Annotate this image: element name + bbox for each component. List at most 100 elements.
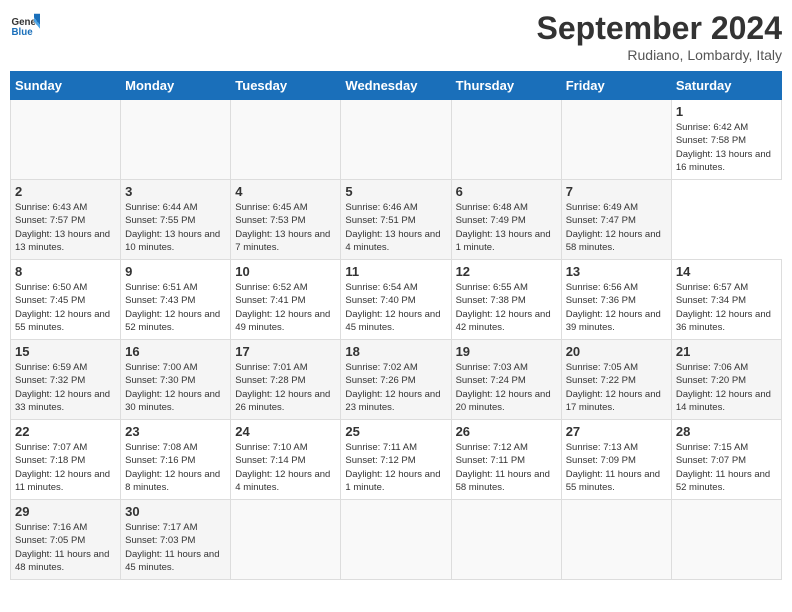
day-number: 7 (566, 184, 667, 199)
calendar-header-row: SundayMondayTuesdayWednesdayThursdayFrid… (11, 72, 782, 100)
calendar-cell: 9 Sunrise: 6:51 AMSunset: 7:43 PMDaylight… (121, 260, 231, 340)
day-info: Sunrise: 7:06 AMSunset: 7:20 PMDaylight:… (676, 361, 777, 414)
calendar-cell (561, 500, 671, 580)
calendar-cell: 18Sunrise: 7:02 AMSunset: 7:26 PMDayligh… (341, 340, 451, 420)
calendar-cell: 26Sunrise: 7:12 AMSunset: 7:11 PMDayligh… (451, 420, 561, 500)
svg-text:Blue: Blue (12, 27, 34, 38)
day-number: 29 (15, 504, 116, 519)
day-number: 15 (15, 344, 116, 359)
day-header-monday: Monday (121, 72, 231, 100)
day-number: 17 (235, 344, 336, 359)
calendar-cell (231, 100, 341, 180)
calendar-cell: 7 Sunrise: 6:49 AMSunset: 7:47 PMDaylight… (561, 180, 671, 260)
day-info: Sunrise: 7:02 AMSunset: 7:26 PMDaylight:… (345, 361, 446, 414)
day-info: Sunrise: 6:43 AMSunset: 7:57 PMDaylight:… (15, 201, 116, 254)
calendar-cell: 29 Sunrise: 7:16 AMSunset: 7:05 PMDayligh… (11, 500, 121, 580)
calendar-cell: 15 Sunrise: 6:59 AMSunset: 7:32 PMDayligh… (11, 340, 121, 420)
calendar-cell: 12 Sunrise: 6:55 AMSunset: 7:38 PMDayligh… (451, 260, 561, 340)
day-number: 14 (676, 264, 777, 279)
day-number: 24 (235, 424, 336, 439)
day-info: Sunrise: 7:03 AMSunset: 7:24 PMDaylight:… (456, 361, 557, 414)
title-block: September 2024 Rudiano, Lombardy, Italy (537, 10, 782, 63)
calendar-cell: 19 Sunrise: 7:03 AMSunset: 7:24 PMDayligh… (451, 340, 561, 420)
day-info: Sunrise: 7:00 AMSunset: 7:30 PMDaylight:… (125, 361, 226, 414)
day-info: Sunrise: 7:17 AMSunset: 7:03 PMDaylight:… (125, 521, 226, 574)
day-info: Sunrise: 7:08 AMSunset: 7:16 PMDaylight:… (125, 441, 226, 494)
day-number: 28 (676, 424, 777, 439)
day-number: 11 (345, 264, 446, 279)
day-info: Sunrise: 7:05 AMSunset: 7:22 PMDaylight:… (566, 361, 667, 414)
day-info: Sunrise: 6:56 AMSunset: 7:36 PMDaylight:… (566, 281, 667, 334)
logo: General Blue (10, 10, 40, 40)
calendar-cell: 6Sunrise: 6:48 AMSunset: 7:49 PMDaylight… (451, 180, 561, 260)
day-number: 20 (566, 344, 667, 359)
day-info: Sunrise: 6:48 AMSunset: 7:49 PMDaylight:… (456, 201, 557, 254)
week-row-4: 15 Sunrise: 6:59 AMSunset: 7:32 PMDayligh… (11, 340, 782, 420)
calendar-cell: 3 Sunrise: 6:44 AMSunset: 7:55 PMDaylight… (121, 180, 231, 260)
calendar-cell (561, 100, 671, 180)
calendar-cell (451, 100, 561, 180)
day-number: 10 (235, 264, 336, 279)
day-info: Sunrise: 6:54 AMSunset: 7:40 PMDaylight:… (345, 281, 446, 334)
day-number: 21 (676, 344, 777, 359)
calendar-cell: 2 Sunrise: 6:43 AMSunset: 7:57 PMDaylight… (11, 180, 121, 260)
calendar-cell: 14 Sunrise: 6:57 AMSunset: 7:34 PMDayligh… (671, 260, 781, 340)
day-info: Sunrise: 6:51 AMSunset: 7:43 PMDaylight:… (125, 281, 226, 334)
day-info: Sunrise: 7:13 AMSunset: 7:09 PMDaylight:… (566, 441, 667, 494)
calendar-cell (341, 100, 451, 180)
day-info: Sunrise: 7:15 AMSunset: 7:07 PMDaylight:… (676, 441, 777, 494)
day-number: 2 (15, 184, 116, 199)
day-info: Sunrise: 6:46 AMSunset: 7:51 PMDaylight:… (345, 201, 446, 254)
calendar-cell (121, 100, 231, 180)
calendar-cell: 24 Sunrise: 7:10 AMSunset: 7:14 PMDayligh… (231, 420, 341, 500)
calendar-cell: 13Sunrise: 6:56 AMSunset: 7:36 PMDayligh… (561, 260, 671, 340)
calendar-cell: 23 Sunrise: 7:08 AMSunset: 7:16 PMDayligh… (121, 420, 231, 500)
calendar-cell: 17 Sunrise: 7:01 AMSunset: 7:28 PMDayligh… (231, 340, 341, 420)
day-info: Sunrise: 6:55 AMSunset: 7:38 PMDaylight:… (456, 281, 557, 334)
calendar-cell: 28 Sunrise: 7:15 AMSunset: 7:07 PMDayligh… (671, 420, 781, 500)
day-header-saturday: Saturday (671, 72, 781, 100)
day-number: 26 (456, 424, 557, 439)
month-title: September 2024 (537, 10, 782, 47)
calendar-cell: 20 Sunrise: 7:05 AMSunset: 7:22 PMDayligh… (561, 340, 671, 420)
calendar-table: SundayMondayTuesdayWednesdayThursdayFrid… (10, 71, 782, 580)
day-header-wednesday: Wednesday (341, 72, 451, 100)
day-number: 23 (125, 424, 226, 439)
day-info: Sunrise: 7:01 AMSunset: 7:28 PMDaylight:… (235, 361, 336, 414)
day-number: 5 (345, 184, 446, 199)
day-number: 19 (456, 344, 557, 359)
day-header-friday: Friday (561, 72, 671, 100)
day-header-tuesday: Tuesday (231, 72, 341, 100)
day-info: Sunrise: 7:16 AMSunset: 7:05 PMDaylight:… (15, 521, 116, 574)
week-row-3: 8Sunrise: 6:50 AMSunset: 7:45 PMDaylight… (11, 260, 782, 340)
calendar-cell (231, 500, 341, 580)
day-number: 4 (235, 184, 336, 199)
week-row-2: 2 Sunrise: 6:43 AMSunset: 7:57 PMDaylight… (11, 180, 782, 260)
day-number: 3 (125, 184, 226, 199)
day-info: Sunrise: 6:52 AMSunset: 7:41 PMDaylight:… (235, 281, 336, 334)
calendar-cell (11, 100, 121, 180)
day-info: Sunrise: 6:57 AMSunset: 7:34 PMDaylight:… (676, 281, 777, 334)
day-number: 27 (566, 424, 667, 439)
calendar-cell: 25Sunrise: 7:11 AMSunset: 7:12 PMDayligh… (341, 420, 451, 500)
week-row-5: 22Sunrise: 7:07 AMSunset: 7:18 PMDayligh… (11, 420, 782, 500)
day-info: Sunrise: 6:44 AMSunset: 7:55 PMDaylight:… (125, 201, 226, 254)
calendar-cell: 4Sunrise: 6:45 AMSunset: 7:53 PMDaylight… (231, 180, 341, 260)
day-info: Sunrise: 6:59 AMSunset: 7:32 PMDaylight:… (15, 361, 116, 414)
calendar-cell: 5 Sunrise: 6:46 AMSunset: 7:51 PMDaylight… (341, 180, 451, 260)
day-info: Sunrise: 7:10 AMSunset: 7:14 PMDaylight:… (235, 441, 336, 494)
day-number: 25 (345, 424, 446, 439)
day-header-sunday: Sunday (11, 72, 121, 100)
day-number: 1 (676, 104, 777, 119)
location-title: Rudiano, Lombardy, Italy (537, 47, 782, 63)
calendar-cell: 1Sunrise: 6:42 AMSunset: 7:58 PMDaylight… (671, 100, 781, 180)
calendar-cell (451, 500, 561, 580)
day-number: 9 (125, 264, 226, 279)
day-number: 12 (456, 264, 557, 279)
day-number: 8 (15, 264, 116, 279)
day-info: Sunrise: 6:49 AMSunset: 7:47 PMDaylight:… (566, 201, 667, 254)
week-row-1: 1Sunrise: 6:42 AMSunset: 7:58 PMDaylight… (11, 100, 782, 180)
day-info: Sunrise: 7:07 AMSunset: 7:18 PMDaylight:… (15, 441, 116, 494)
page-header: General Blue September 2024 Rudiano, Lom… (10, 10, 782, 63)
calendar-cell (341, 500, 451, 580)
